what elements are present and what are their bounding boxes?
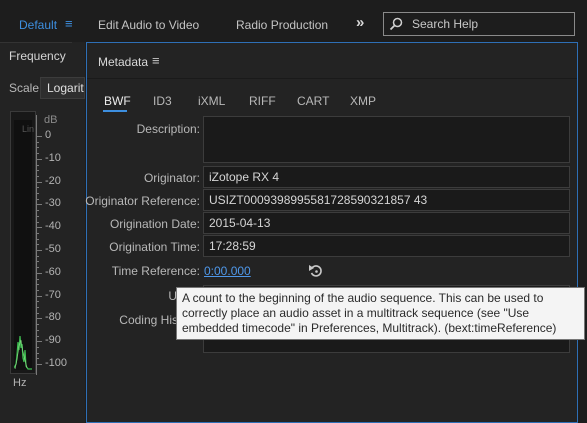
db-minor-tick: [36, 352, 39, 354]
db-minor-tick: [36, 346, 39, 348]
workspace-tab-radio-production[interactable]: Radio Production: [236, 18, 328, 32]
workspace-tab-edit-audio-to-video[interactable]: Edit Audio to Video: [98, 18, 199, 32]
panel-menu-icon[interactable]: ≡: [152, 53, 160, 68]
time-reference-link[interactable]: 0:00.000: [204, 264, 251, 278]
db-minor-tick: [36, 358, 39, 360]
db-tick-label: -40: [45, 220, 61, 233]
db-tick-label: -10: [45, 151, 61, 164]
db-tick: [36, 250, 42, 251]
scale-label: Scale:: [9, 81, 43, 95]
workspace-default-tab[interactable]: Default: [19, 18, 57, 32]
frequency-trace: [14, 335, 32, 370]
db-tick: [36, 204, 42, 206]
db-minor-tick: [36, 232, 39, 234]
db-minor-tick: [36, 215, 39, 217]
db-tick-label: 0: [45, 129, 52, 141]
db-tick: [36, 318, 42, 320]
db-minor-tick: [36, 301, 39, 303]
db-minor-tick: [36, 221, 39, 223]
origination-date-field[interactable]: 2015-04-13: [203, 212, 570, 234]
db-minor-tick: [36, 267, 39, 269]
db-minor-tick: [36, 238, 39, 240]
db-unit-label: dB: [44, 114, 58, 126]
db-minor-tick: [36, 210, 39, 212]
db-tick-label: -20: [45, 174, 61, 187]
db-tick: [36, 341, 42, 343]
lin-label: Lin: [22, 124, 35, 134]
tab-riff[interactable]: RIFF: [249, 94, 276, 108]
db-tick-label: -90: [45, 334, 61, 347]
time-reference-label: Time Reference:: [111, 264, 200, 278]
db-minor-tick: [36, 198, 39, 200]
origination-time-label: Origination Time:: [109, 240, 200, 254]
db-minor-tick: [36, 187, 39, 189]
origination-date-label: Origination Date:: [109, 217, 200, 231]
db-tick: [36, 158, 42, 160]
db-minor-tick: [36, 147, 39, 149]
db-tick-label: -30: [45, 197, 61, 210]
db-minor-tick: [36, 329, 39, 331]
db-minor-tick: [36, 261, 39, 263]
hz-unit-label: Hz: [13, 377, 27, 389]
db-tick: [36, 181, 42, 183]
umid-label: U: [168, 289, 177, 303]
active-tab-indicator: [103, 110, 127, 112]
db-tick: [36, 227, 42, 229]
db-minor-tick: [36, 255, 39, 257]
db-minor-tick: [36, 289, 39, 291]
db-minor-tick: [36, 164, 39, 166]
db-minor-tick: [36, 284, 39, 286]
workspace-menu-icon[interactable]: ≡: [65, 16, 73, 31]
revert-icon[interactable]: [308, 263, 324, 279]
db-minor-tick: [36, 153, 39, 155]
frequency-panel-title[interactable]: Frequency: [9, 49, 66, 63]
tab-bwf[interactable]: BWF: [104, 94, 131, 108]
metadata-panel-title[interactable]: Metadata: [98, 55, 148, 69]
originator-label: Originator:: [143, 171, 200, 185]
tab-cart[interactable]: CART: [297, 94, 329, 108]
more-workspaces-icon[interactable]: »: [356, 14, 364, 31]
db-minor-tick: [36, 175, 39, 177]
coding-history-label: Coding His: [119, 313, 178, 327]
scale-select[interactable]: Logarithmic: [40, 77, 85, 99]
originator-field[interactable]: iZotope RX 4: [203, 166, 570, 188]
db-minor-tick: [36, 335, 39, 337]
metadata-panel-header: [87, 43, 577, 79]
search-input[interactable]: [412, 16, 572, 32]
originator-reference-label: Originator Reference:: [85, 194, 200, 208]
description-label: Description:: [136, 122, 200, 136]
db-tick: [36, 272, 42, 274]
db-minor-tick: [36, 312, 39, 314]
origination-time-field[interactable]: 17:28:59: [203, 235, 570, 257]
db-tick: [36, 295, 42, 297]
tab-xmp[interactable]: XMP: [350, 94, 376, 108]
db-minor-tick: [36, 141, 39, 143]
db-tick-label: -100: [45, 357, 68, 369]
db-tick-label: -60: [45, 265, 61, 278]
time-reference-tooltip: A count to the beginning of the audio se…: [176, 287, 585, 340]
db-minor-tick: [36, 244, 39, 246]
db-tick: [36, 364, 42, 365]
tab-ixml[interactable]: iXML: [198, 94, 225, 108]
db-minor-tick: [36, 193, 39, 194]
right-edge: [578, 42, 587, 423]
db-tick-label: -50: [45, 243, 61, 255]
db-minor-tick: [36, 278, 39, 280]
originator-reference-field[interactable]: USIZT0009398995581728590321857 43: [203, 189, 570, 211]
search-icon: [389, 17, 403, 31]
description-field[interactable]: [203, 116, 570, 163]
db-minor-tick: [36, 170, 39, 172]
db-minor-tick: [36, 307, 39, 308]
db-tick: [36, 136, 42, 137]
tab-id3[interactable]: ID3: [153, 94, 172, 108]
db-minor-tick: [36, 324, 39, 326]
